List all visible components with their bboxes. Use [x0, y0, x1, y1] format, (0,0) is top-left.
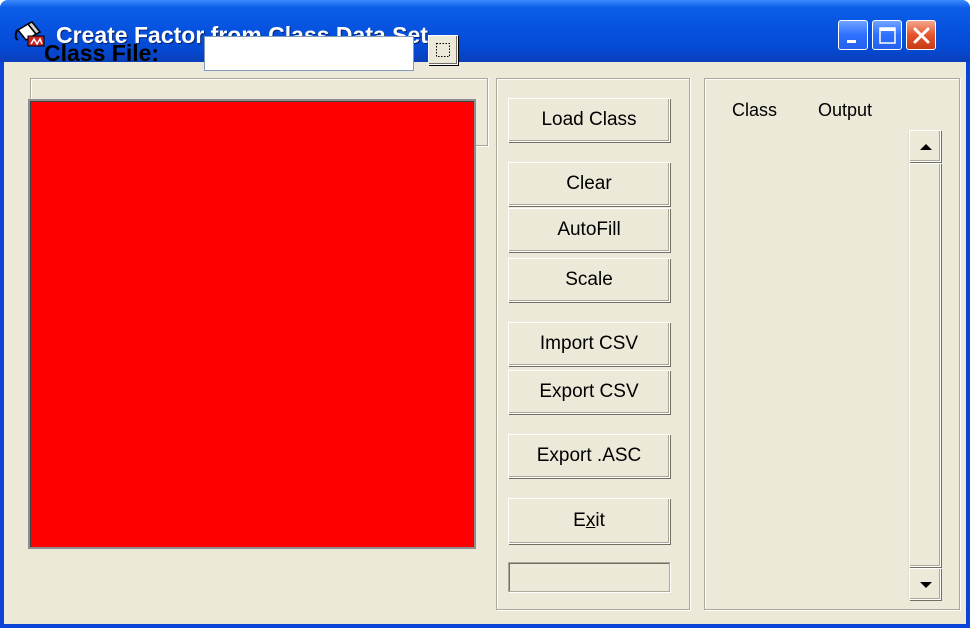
import-csv-button[interactable]: Import CSV — [508, 322, 670, 366]
exit-label-prefix: E — [573, 510, 586, 531]
exit-label-mnemonic: x — [585, 510, 596, 531]
scrollbar-thumb[interactable] — [909, 163, 941, 567]
exit-button[interactable]: Exit — [508, 498, 670, 544]
class-file-input[interactable] — [204, 36, 414, 71]
maximize-button[interactable] — [872, 20, 902, 50]
arrow-down-icon — [920, 582, 932, 588]
browse-icon — [436, 43, 450, 57]
scroll-down-button[interactable] — [909, 568, 941, 600]
maximize-icon — [879, 27, 896, 44]
scale-button[interactable]: Scale — [508, 258, 670, 302]
browse-button[interactable] — [428, 35, 458, 65]
load-class-button[interactable]: Load Class — [508, 98, 670, 142]
scroll-up-button[interactable] — [909, 130, 941, 162]
export-csv-button[interactable]: Export CSV — [508, 370, 670, 414]
progress-bar — [508, 562, 670, 592]
paint-bucket-icon — [14, 20, 48, 48]
autofill-button[interactable]: AutoFill — [508, 208, 670, 252]
exit-label-suffix: it — [595, 510, 605, 531]
column-header-output[interactable]: Output — [818, 100, 872, 121]
minimize-button[interactable] — [838, 20, 868, 50]
close-icon — [913, 27, 930, 44]
arrow-up-icon — [920, 144, 932, 150]
class-canvas[interactable] — [28, 99, 476, 549]
export-asc-button[interactable]: Export .ASC — [508, 434, 670, 478]
app-window: Create Factor from Class Data Set Class … — [0, 0, 970, 628]
close-button[interactable] — [906, 20, 936, 50]
minimize-icon — [847, 40, 856, 43]
clear-button[interactable]: Clear — [508, 162, 670, 206]
class-file-label: Class File: — [44, 40, 160, 66]
column-header-class[interactable]: Class — [732, 100, 777, 121]
output-scrollbar[interactable] — [908, 130, 941, 600]
